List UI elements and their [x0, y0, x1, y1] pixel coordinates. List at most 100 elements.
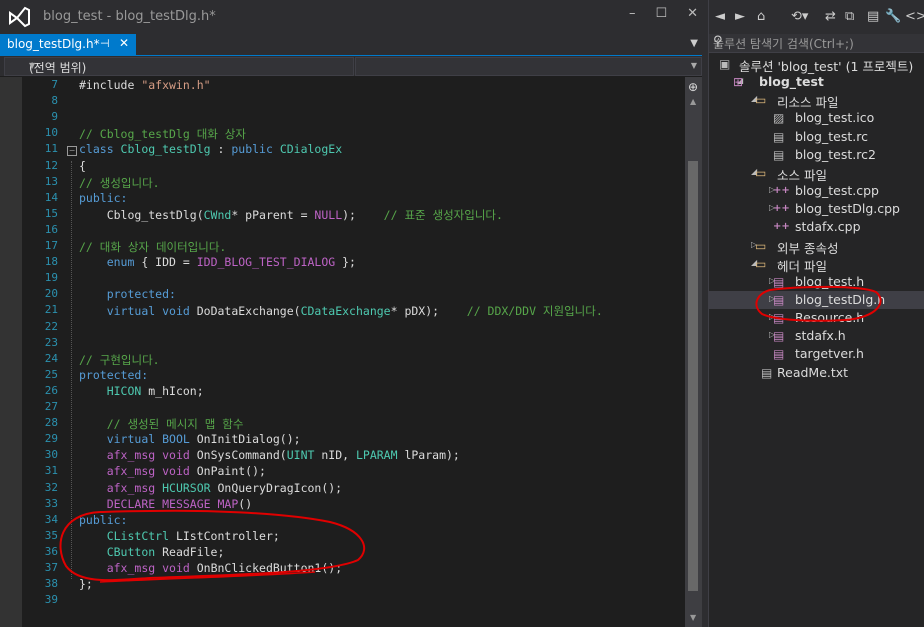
- minimize-button[interactable]: –: [629, 6, 636, 21]
- tree-item[interactable]: ▤ targetver.h: [709, 345, 924, 363]
- sync-icon[interactable]: ⇄: [825, 9, 836, 24]
- tree-item[interactable]: ▷ ++ blog_testDlg.cpp: [709, 200, 924, 218]
- close-window-button[interactable]: ✕: [687, 6, 698, 21]
- solution-search-box[interactable]: 솔루션 탐색기 검색(Ctrl+;) ⚲: [709, 34, 924, 53]
- tree-item-label: 소스 파일: [777, 167, 827, 183]
- code-view-icon[interactable]: <>: [905, 9, 924, 24]
- tree-item[interactable]: ++ stdafx.cpp: [709, 218, 924, 236]
- code-token: lParam);: [397, 448, 460, 463]
- solution-explorer: ◄ ► ⌂ ⟲▾ ⇄ ⧉ ▤ 🔧 <> 솔루션 탐색기 검색(Ctrl+;) ⚲…: [708, 0, 924, 627]
- tree-item[interactable]: ▤ blog_test.rc: [709, 128, 924, 146]
- line-number: 28: [44, 416, 58, 430]
- line-number: 29: [44, 432, 58, 446]
- line-number: 30: [44, 448, 58, 462]
- tree-item-label: blog_testDlg.h: [795, 291, 886, 307]
- line-number: 20: [44, 287, 58, 301]
- tree-item[interactable]: ▷ ▭ 외부 종속성: [709, 237, 924, 256]
- code-token: Cblog_testDlg(: [79, 207, 204, 222]
- line-number: 10: [44, 126, 58, 140]
- code-line: #include "afxwin.h": [79, 78, 211, 92]
- back-icon[interactable]: ◄: [715, 9, 725, 24]
- header-file-icon: ▤: [773, 292, 785, 307]
- code-line: afx_msg void OnBnClickedButton1();: [79, 561, 342, 575]
- code-token: OnPaint();: [196, 464, 266, 479]
- tree-item[interactable]: ◢ ▭ 리소스 파일: [709, 91, 924, 111]
- tab-blog-testdlg-h[interactable]: blog_testDlg.h* ⊣ ✕: [0, 34, 136, 55]
- tree-item[interactable]: ▷ ▤ blog_test.h: [709, 273, 924, 291]
- scroll-up-icon[interactable]: ▲: [690, 97, 696, 106]
- search-icon[interactable]: ⚲: [713, 34, 923, 49]
- maximize-button[interactable]: ☐: [655, 6, 667, 21]
- line-number: 11: [44, 142, 58, 156]
- code-line: protected:: [79, 287, 176, 301]
- code-token: NULL: [314, 207, 343, 222]
- line-number: 39: [44, 593, 58, 607]
- line-number: 13: [44, 174, 58, 188]
- tree-item[interactable]: ◢ ⊞ blog_test: [709, 73, 924, 91]
- tree-item-label: 외부 종속성: [777, 240, 839, 256]
- code-token: OnInitDialog();: [196, 432, 301, 447]
- line-number: 9: [51, 110, 58, 124]
- scope-dropdown[interactable]: (전역 범위) ▼: [4, 57, 354, 76]
- code-token: public:: [79, 190, 128, 205]
- solution-explorer-toolbar: ◄ ► ⌂ ⟲▾ ⇄ ⧉ ▤ 🔧 <>: [709, 0, 924, 34]
- tree-item[interactable]: ▷ ▤ Resource.h: [709, 309, 924, 327]
- close-tab-icon[interactable]: ✕: [119, 36, 129, 50]
- code-token: UINT: [286, 448, 315, 463]
- code-line: public:: [79, 513, 127, 527]
- home-icon[interactable]: ⌂: [757, 9, 765, 24]
- folder-icon: ▭: [755, 165, 767, 180]
- cpp-file-icon: ++: [773, 221, 790, 233]
- tree-item-label: blog_test.cpp: [795, 183, 879, 199]
- code-token: afx_msg: [106, 480, 163, 495]
- forward-icon[interactable]: ►: [735, 9, 745, 24]
- header-file-icon: ▤: [773, 329, 785, 344]
- dependency-folder-icon: ▭: [755, 238, 767, 253]
- tab-list-dropdown-icon[interactable]: ▼: [690, 38, 698, 49]
- tree-item-label: blog_testDlg.cpp: [795, 201, 900, 217]
- code-editor[interactable]: 7 8 9 10 11 12 13 14 15 16 17 18 19 20 21 22 23 24 25 26 27 2…: [0, 77, 708, 627]
- code-token: // 생성된 메시지 맵 함수: [79, 417, 244, 432]
- tree-item[interactable]: ▷ ++ blog_test.cpp: [709, 182, 924, 200]
- scroll-down-icon[interactable]: ▼: [690, 613, 696, 622]
- code-token: {: [79, 158, 86, 173]
- tree-item[interactable]: ▤ ReadMe.txt: [709, 364, 924, 382]
- code-token: (): [238, 496, 253, 511]
- tree-item-label: 리소스 파일: [777, 95, 839, 111]
- properties-icon[interactable]: 🔧: [885, 9, 901, 24]
- tree-item[interactable]: ▷ ▤ stdafx.h: [709, 327, 924, 345]
- code-token: IDD_BLOG_TEST_DIALOG: [196, 255, 336, 270]
- split-editor-icon[interactable]: ⊕: [688, 80, 698, 94]
- tree-item[interactable]: ▣ 솔루션 'blog_test' (1 프로젝트): [709, 55, 924, 74]
- code-token: m_hIcon;: [141, 383, 204, 398]
- code-token: protected:: [106, 287, 176, 302]
- tree-item[interactable]: ▨ blog_test.ico: [709, 109, 924, 127]
- tree-item[interactable]: ◢ ▭ 소스 파일: [709, 164, 924, 183]
- pin-tab-icon[interactable]: ⊣: [100, 37, 110, 50]
- code-token: "afxwin.h": [141, 78, 211, 92]
- code-line: afx_msg HCURSOR OnQueryDragIcon();: [79, 481, 342, 495]
- code-token: Cblog_testDlg: [120, 142, 211, 157]
- tree-item[interactable]: ▤ blog_test.rc2: [709, 146, 924, 164]
- tree-item[interactable]: ▷ ▤ blog_testDlg.h: [709, 290, 924, 309]
- collapse-block-icon[interactable]: −: [67, 146, 77, 157]
- pending-changes-icon[interactable]: ⟲▾: [791, 9, 808, 24]
- code-line: Cblog_testDlg(CWnd* pParent = NULL); // …: [79, 207, 503, 223]
- line-number: 34: [44, 512, 58, 526]
- collapse-all-icon[interactable]: ⧉: [845, 9, 854, 24]
- title-bar: blog_test - blog_testDlg.h* – ☐ ✕: [0, 0, 708, 34]
- tree-item-label: blog_test.rc2: [795, 146, 876, 162]
- scrollbar-thumb[interactable]: [688, 161, 698, 591]
- tree-item[interactable]: ◢ ▭ 헤더 파일: [709, 255, 924, 274]
- code-line: public:: [79, 191, 127, 205]
- line-number: 12: [44, 158, 58, 172]
- visual-studio-logo-icon: [9, 6, 30, 28]
- document-tab-row: blog_testDlg.h* ⊣ ✕ ▼: [0, 34, 708, 57]
- code-token: afx_msg void: [106, 561, 197, 575]
- member-dropdown[interactable]: ▼: [355, 57, 702, 76]
- code-token: ReadFile;: [155, 544, 225, 559]
- resource-file-icon: ▤: [773, 147, 785, 162]
- show-all-files-icon[interactable]: ▤: [867, 9, 879, 24]
